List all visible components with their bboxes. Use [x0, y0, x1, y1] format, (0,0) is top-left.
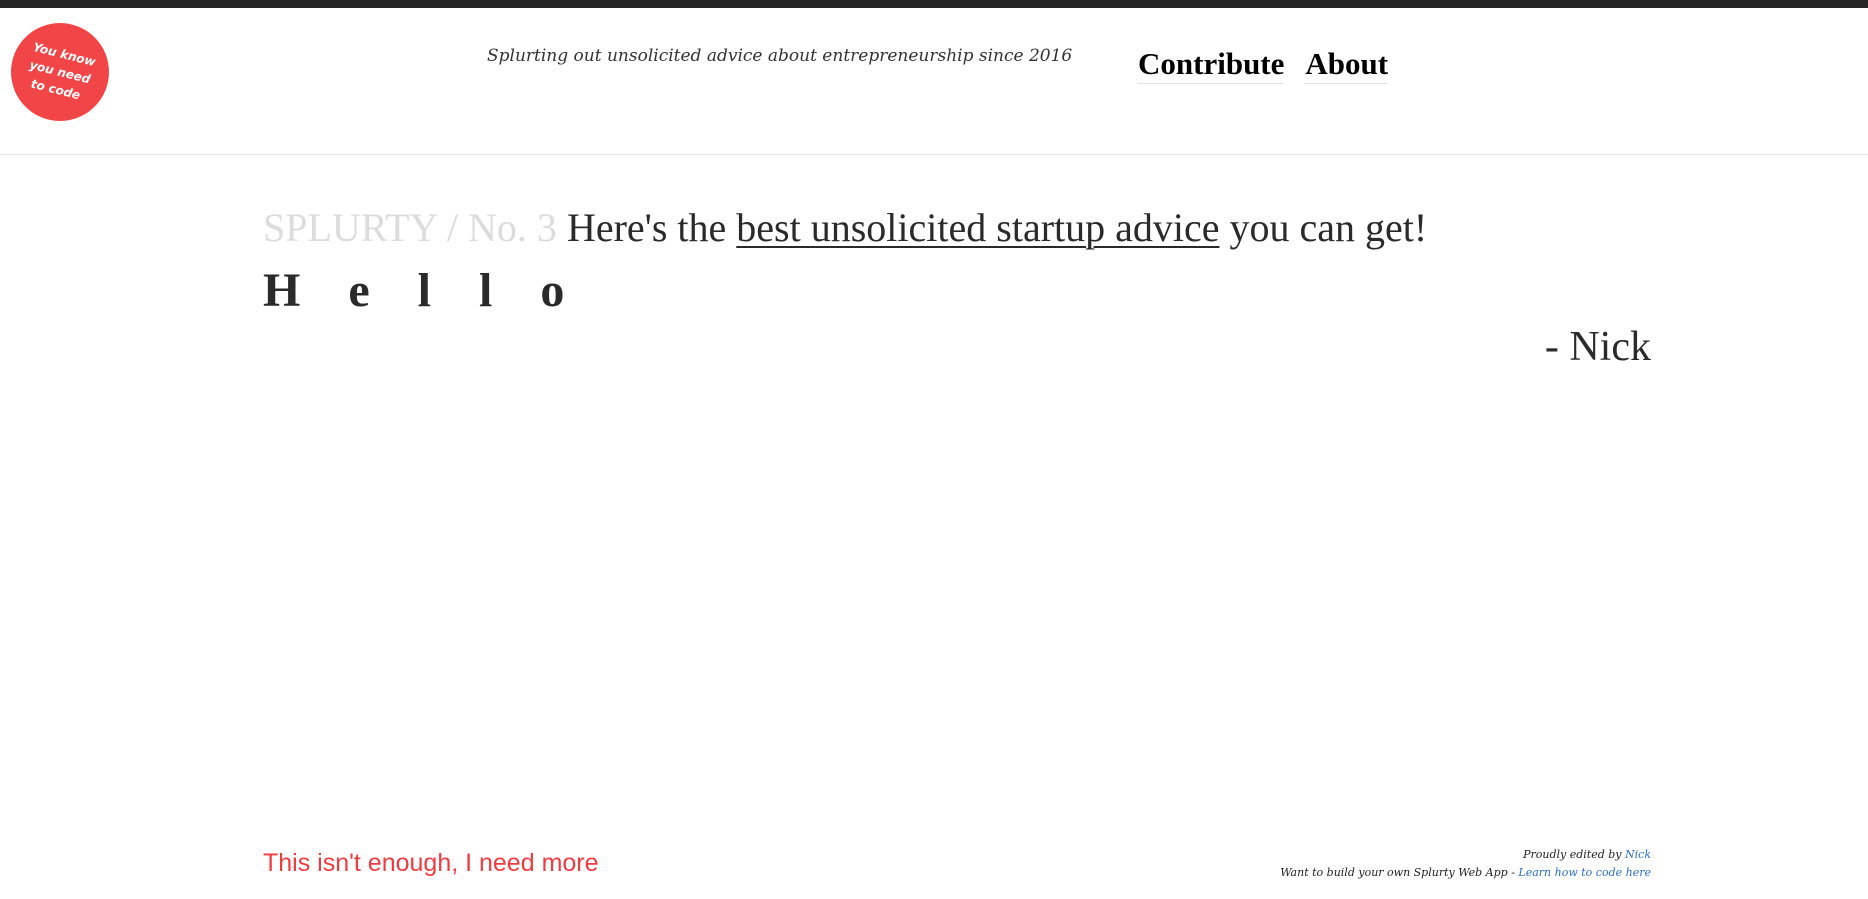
header-divider	[0, 154, 1868, 155]
post-headline: SPLURTY / No. 3 Here's the best unsolici…	[263, 204, 1427, 252]
advice-author: - Nick	[1544, 324, 1651, 370]
more-advice-link[interactable]: This isn't enough, I need more	[263, 848, 599, 878]
nav-about-link[interactable]: About	[1305, 46, 1389, 84]
logo-text: You know you need to code	[28, 40, 98, 103]
edited-by-line: Proudly edited by Nick	[1280, 846, 1651, 864]
edited-by-label: Proudly edited by	[1523, 848, 1622, 861]
footer-credits: Proudly edited by Nick Want to build you…	[1280, 846, 1651, 882]
editor-link[interactable]: Nick	[1625, 848, 1651, 861]
top-bar	[0, 0, 1868, 8]
issue-label: SPLURTY / No. 3	[263, 205, 557, 250]
headline-suffix: you can get!	[1229, 205, 1428, 250]
headline-prefix: Here's the	[566, 205, 727, 250]
site-tagline: Splurting out unsolicited advice about e…	[487, 46, 1073, 66]
build-line: Want to build your own Splurty Web App -…	[1280, 864, 1651, 882]
learn-to-code-link[interactable]: Learn how to code here	[1518, 866, 1651, 879]
build-prompt: Want to build your own Splurty Web App -	[1280, 866, 1515, 879]
nav-contribute-link[interactable]: Contribute	[1138, 46, 1285, 84]
main-nav: Contribute About	[1138, 46, 1389, 84]
advice-text: Hello	[263, 264, 613, 317]
site-logo[interactable]: You know you need to code	[11, 23, 109, 121]
headline-advice-link[interactable]: best unsolicited startup advice	[736, 205, 1219, 250]
